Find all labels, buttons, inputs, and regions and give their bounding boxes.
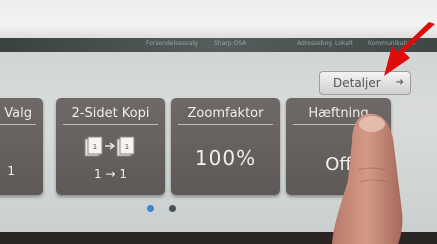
svg-text:1: 1: [93, 143, 97, 151]
tile-options[interactable]: Valg 1: [0, 98, 43, 195]
status-item: Forsendelsesvalg: [146, 40, 198, 47]
tile-duplex-copy[interactable]: 2-Sidet Kopi 1 1 1 → 1: [56, 98, 165, 195]
tile-title: Zoomfaktor: [178, 106, 273, 125]
pager-dot-active[interactable]: [147, 205, 154, 212]
photo: Forsendelsesvalg Sharp OSA Adressebog Lo…: [0, 0, 437, 244]
pager-dot[interactable]: [169, 205, 176, 212]
finger: [332, 113, 403, 244]
duplex-icon: 1 1: [84, 136, 135, 157]
tile-title: 2-Sidet Kopi: [63, 106, 158, 125]
status-item: Lokalt: [335, 40, 353, 47]
tile-value: 100%: [194, 146, 257, 170]
tile-value: 1 → 1: [94, 167, 127, 181]
status-bar: Forsendelsesvalg Sharp OSA Adressebog Lo…: [0, 38, 437, 52]
background-wall: [0, 0, 437, 40]
details-button-label: Detaljer: [333, 76, 381, 90]
status-item: Adressebog: [297, 40, 333, 47]
svg-text:1: 1: [125, 143, 129, 151]
tile-value: 1: [7, 164, 15, 178]
tile-title: Valg: [0, 106, 36, 125]
red-arrow-icon: [384, 22, 435, 76]
tile-zoom[interactable]: Zoomfaktor 100%: [171, 98, 280, 195]
status-item: Sharp OSA: [214, 40, 247, 47]
